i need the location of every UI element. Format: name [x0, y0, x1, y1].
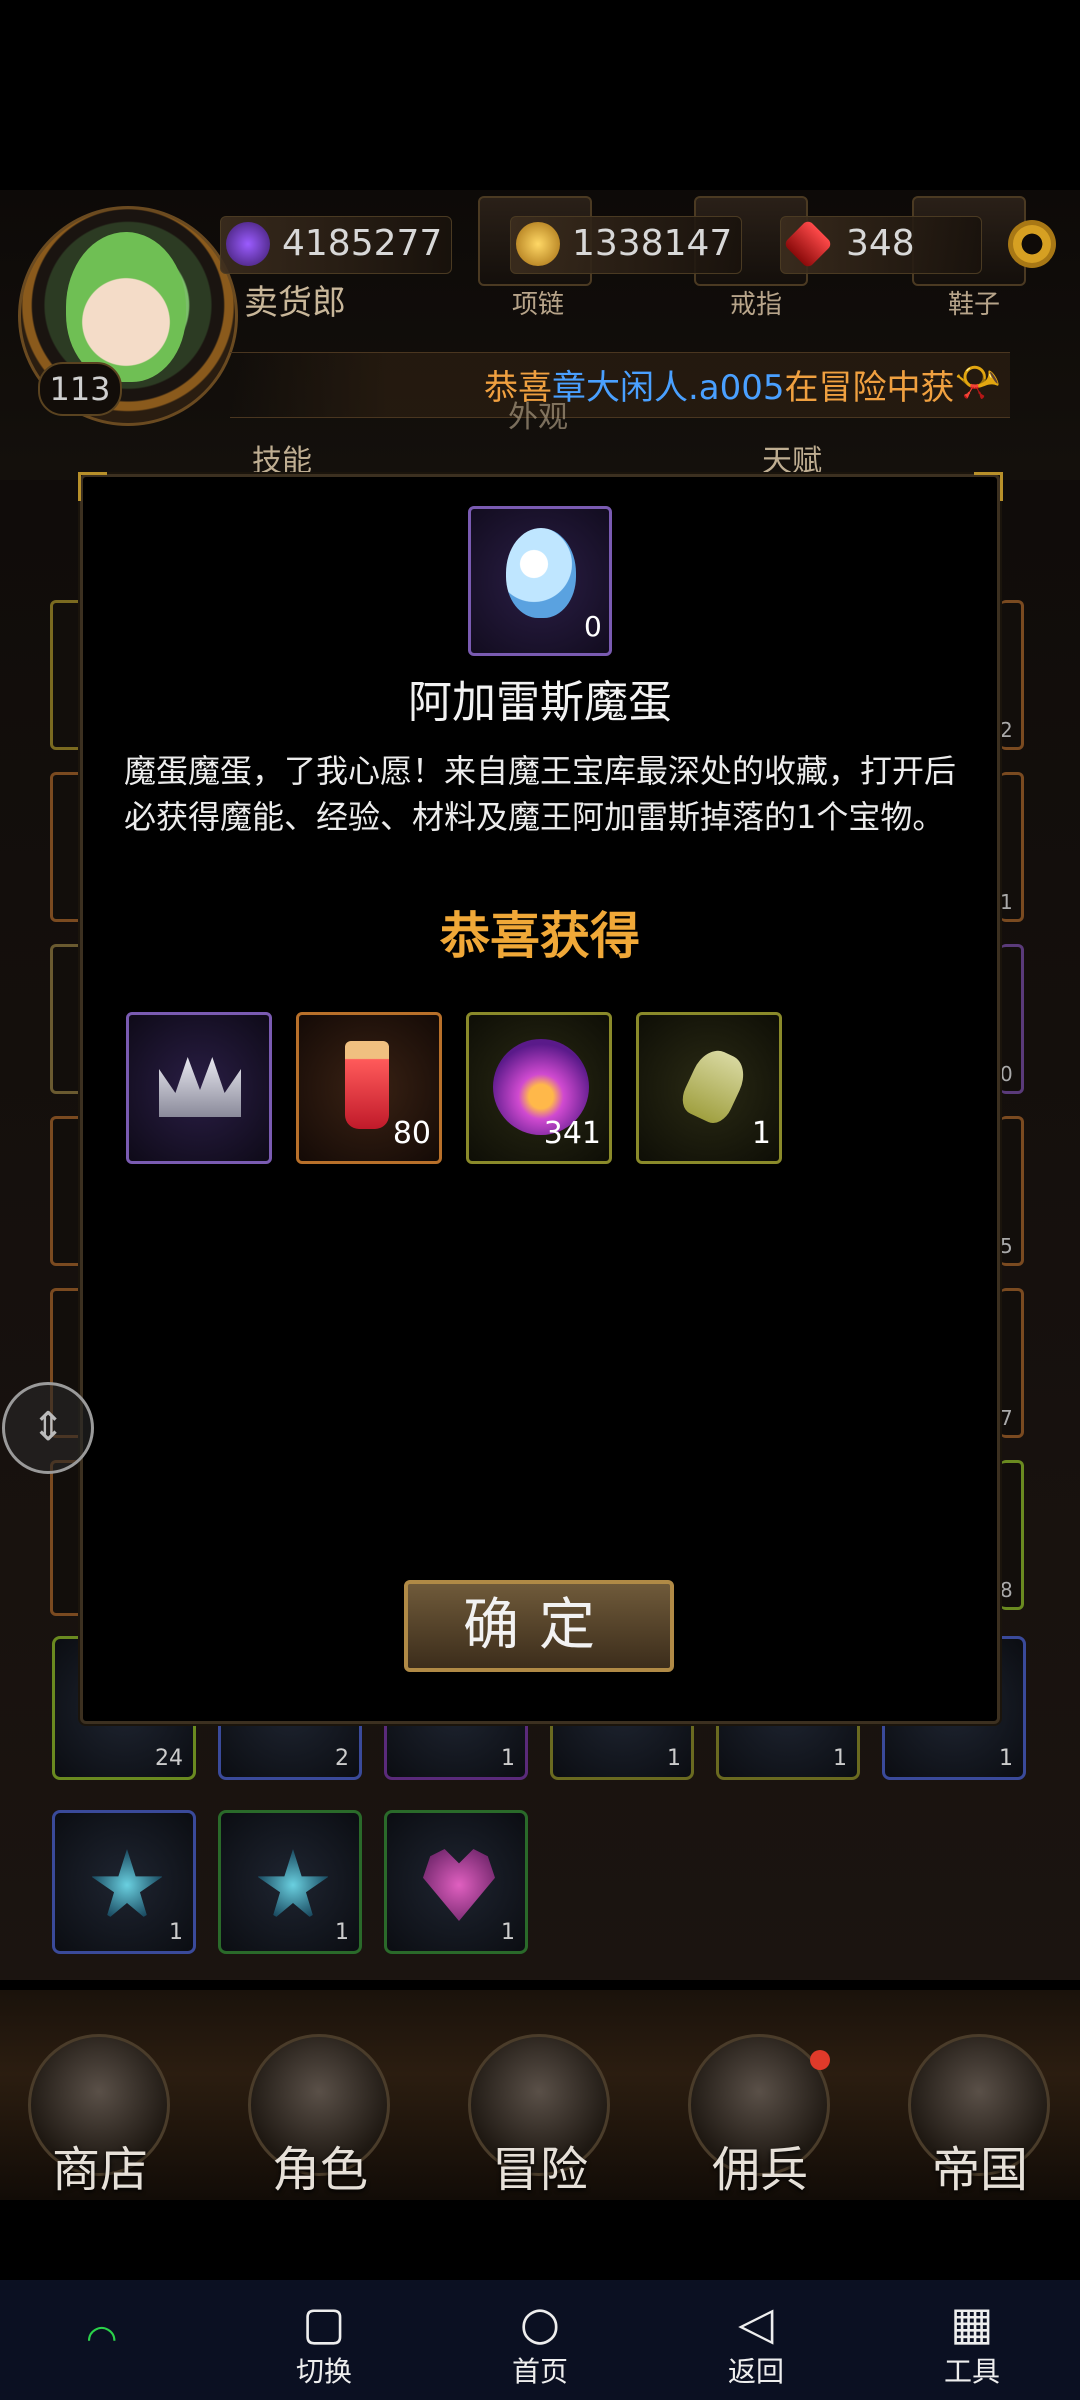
- sys-home-button[interactable]: ○ 首页: [480, 2296, 600, 2390]
- inventory-count: 1: [999, 1746, 1013, 1771]
- currency-b-value: 1338147: [572, 223, 733, 264]
- inventory-slot[interactable]: 1: [218, 1810, 362, 1954]
- currency-a: 4185277: [220, 216, 452, 274]
- drag-handle-icon[interactable]: ⇕: [2, 1382, 94, 1474]
- right-slot-count: 0: [1000, 1062, 1013, 1086]
- sys-switch-button[interactable]: ▢ 切换: [264, 2296, 384, 2390]
- silver-crown-icon: [159, 1057, 241, 1117]
- inventory-slot[interactable]: 1: [384, 1810, 528, 1954]
- right-slot-count: 7: [1000, 1406, 1013, 1430]
- red-drink-icon: [345, 1041, 389, 1129]
- circle-icon: ○: [519, 2296, 561, 2350]
- inventory-count: 1: [169, 1920, 183, 1945]
- player-avatar[interactable]: [66, 232, 186, 382]
- ticker-suffix: 在冒险中获: [784, 368, 955, 408]
- item-name: 阿加雷斯魔蛋: [408, 677, 672, 728]
- congrats-heading: 恭喜获得: [440, 907, 640, 965]
- inventory-slot[interactable]: 1: [52, 1810, 196, 1954]
- reward-slot[interactable]: 341: [466, 1012, 612, 1164]
- reward-slot[interactable]: 80: [296, 1012, 442, 1164]
- currency-b: 1338147: [510, 216, 742, 274]
- right-slot-count: 2: [1000, 718, 1013, 742]
- item-description: 魔蛋魔蛋，了我心愿！来自魔王宝库最深处的收藏，打开后必获得魔能、经验、材料及魔王…: [124, 752, 957, 836]
- notification-dot: [810, 2050, 830, 2070]
- purple-crystal-icon: [226, 222, 270, 266]
- right-slot-count: 1: [1000, 890, 1013, 914]
- square-icon: ▢: [302, 2296, 346, 2350]
- sys-switch-label: 切换: [295, 2355, 352, 2388]
- sys-tools-button[interactable]: ▦ 工具: [912, 2296, 1032, 2390]
- reward-slot[interactable]: [126, 1012, 272, 1164]
- inventory-count: 2: [335, 1746, 349, 1771]
- reward-count: 1: [751, 1116, 771, 1151]
- announcement-horn-icon[interactable]: 📯: [954, 360, 1002, 404]
- sys-back-label: 返回: [727, 2355, 784, 2388]
- player-name: 卖货郎: [244, 283, 346, 323]
- currency-c: 348: [780, 216, 982, 274]
- sys-back-button[interactable]: ◁ 返回: [696, 2296, 816, 2390]
- nav-empire[interactable]: 帝国: [900, 2130, 1060, 2200]
- inventory-count: 1: [833, 1746, 847, 1771]
- player-level-badge: 113: [38, 362, 122, 416]
- agares-egg-icon: [506, 528, 576, 618]
- back-triangle-icon: ◁: [738, 2296, 774, 2350]
- tab-appearance[interactable]: 外观: [508, 392, 568, 436]
- item-count: 0: [584, 610, 602, 643]
- wifi-icon: ◠: [86, 2318, 118, 2359]
- modal-corner-ornament: [974, 472, 1003, 501]
- nav-adventure[interactable]: 冒险: [460, 2130, 620, 2200]
- sys-tools-label: 工具: [943, 2355, 1000, 2388]
- currency-c-value: 348: [846, 223, 915, 264]
- reward-count: 341: [543, 1116, 601, 1151]
- potion-flask-icon: [676, 1043, 752, 1129]
- reward-count: 80: [392, 1116, 431, 1151]
- nav-mercenary[interactable]: 佣兵: [680, 2130, 840, 2200]
- inventory-count: 24: [155, 1746, 183, 1771]
- purple-heart-gem-icon: [423, 1849, 495, 1921]
- nav-character[interactable]: 角色: [240, 2130, 400, 2200]
- sys-home-label: 首页: [511, 2355, 568, 2388]
- inventory-count: 1: [667, 1746, 681, 1771]
- gold-coin-icon: [516, 222, 560, 266]
- grid-icon: ▦: [950, 2296, 994, 2350]
- blue-star-gem-icon: [257, 1849, 329, 1921]
- equip-label-ring: 戒指: [730, 290, 783, 320]
- inventory-count: 1: [335, 1920, 349, 1945]
- nav-shop[interactable]: 商店: [20, 2130, 180, 2200]
- currency-a-value: 4185277: [282, 223, 443, 264]
- modal-corner-ornament: [78, 472, 107, 501]
- equip-label-shoes: 鞋子: [948, 290, 1001, 320]
- right-slot-count: 8: [1000, 1578, 1013, 1602]
- settings-gear-icon[interactable]: [1008, 220, 1056, 268]
- inventory-count: 1: [501, 1920, 515, 1945]
- blue-star-gem-icon: [91, 1849, 163, 1921]
- inventory-count: 1: [501, 1746, 515, 1771]
- ticker-player: 章大闲人.a005: [552, 368, 785, 408]
- confirm-button[interactable]: 确定: [404, 1580, 674, 1672]
- equip-label-necklace: 项链: [512, 290, 565, 320]
- reward-slot[interactable]: 1: [636, 1012, 782, 1164]
- right-slot-count: 5: [1000, 1234, 1013, 1258]
